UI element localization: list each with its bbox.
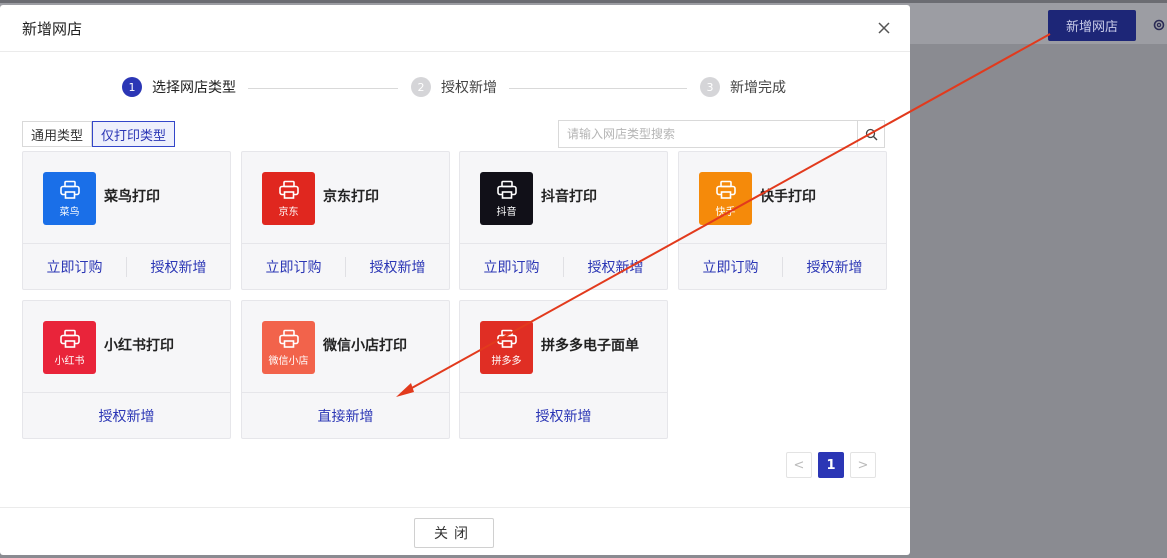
jd-logo-icon: 京东 (262, 172, 315, 225)
order-now-link[interactable]: 立即订购 (242, 257, 345, 277)
brand-label: 菜鸟 (59, 206, 80, 218)
shop-type-name: 抖音打印 (541, 189, 597, 205)
step-number: 2 (411, 77, 431, 97)
printer-icon (715, 180, 736, 199)
card-actions: 立即订购 授权新增 (460, 243, 667, 289)
printer-icon (278, 329, 299, 348)
close-button[interactable]: 关闭 (414, 518, 494, 548)
shop-type-card: 微信小店 微信小店打印直接新增 (241, 300, 450, 439)
modal-title: 新增网店 (22, 19, 83, 38)
search-icon (865, 128, 877, 140)
cainiao-logo-icon: 菜鸟 (43, 172, 96, 225)
step-number: 1 (122, 77, 142, 97)
printer-icon (59, 180, 80, 199)
shop-type-card: 快手 快手打印立即订购 授权新增 (678, 151, 887, 290)
brand-label: 小红书 (54, 355, 85, 367)
printer-icon (496, 180, 517, 199)
order-now-link[interactable]: 立即订购 (679, 257, 782, 277)
card-actions: 立即订购 授权新增 (23, 243, 230, 289)
tab-general-type[interactable]: 通用类型 (22, 121, 93, 147)
page-1-button[interactable]: 1 (818, 452, 844, 478)
brand-label: 微信小店 (268, 355, 309, 367)
add-shop-modal: 新增网店 1 选择网店类型 2 授权新增 3 新增完成 通用类型 仅打印类型 菜… (0, 5, 910, 555)
kuaishou-logo-icon: 快手 (699, 172, 752, 225)
shop-type-name: 微信小店打印 (323, 338, 407, 354)
add-shop-button[interactable]: 新增网店 (1048, 10, 1136, 41)
order-now-link[interactable]: 立即订购 (460, 257, 563, 277)
printer-icon (59, 329, 80, 348)
shop-type-name: 拼多多电子面单 (541, 338, 639, 354)
modal-header: 新增网店 (0, 5, 910, 52)
prev-page-button[interactable]: < (786, 452, 812, 478)
douyin-logo-icon: 抖音 (480, 172, 533, 225)
pinduoduo-logo-icon: 拼多多 (480, 321, 533, 374)
step-indicator: 1 选择网店类型 2 授权新增 3 新增完成 (0, 77, 910, 99)
step-2: 2 授权新增 (411, 77, 497, 97)
brand-label: 拼多多 (491, 355, 522, 367)
shop-type-card: 拼多多 拼多多电子面单授权新增 (459, 300, 668, 439)
authorize-add-link[interactable]: 授权新增 (127, 257, 230, 277)
weixin-shop-logo-icon: 微信小店 (262, 321, 315, 374)
authorize-add-link[interactable]: 授权新增 (460, 406, 667, 426)
gear-icon[interactable] (1152, 18, 1166, 32)
step-label: 新增完成 (730, 80, 786, 96)
shop-type-name: 京东打印 (323, 189, 379, 205)
modal-footer: 关闭 (0, 507, 910, 555)
search-input[interactable] (559, 121, 857, 147)
next-page-button[interactable]: > (850, 452, 876, 478)
direct-add-link[interactable]: 直接新增 (242, 406, 449, 426)
shop-type-card: 菜鸟 菜鸟打印立即订购 授权新增 (22, 151, 231, 290)
authorize-add-link[interactable]: 授权新增 (23, 406, 230, 426)
shop-type-tabs: 通用类型 仅打印类型 (22, 121, 176, 147)
shop-type-card: 京东 京东打印立即订购 授权新增 (241, 151, 450, 290)
shop-type-card: 抖音 抖音打印立即订购 授权新增 (459, 151, 668, 290)
shop-type-name: 快手打印 (760, 189, 816, 205)
brand-label: 抖音 (496, 206, 517, 218)
brand-label: 快手 (715, 206, 736, 218)
search-button[interactable] (857, 121, 884, 147)
search-box (558, 120, 885, 148)
shop-type-name: 小红书打印 (104, 338, 174, 354)
xiaohongshu-logo-icon: 小红书 (43, 321, 96, 374)
step-1: 1 选择网店类型 (122, 77, 236, 97)
brand-label: 京东 (278, 206, 299, 218)
close-icon[interactable] (876, 20, 892, 36)
card-actions: 授权新增 (23, 392, 230, 438)
shop-type-name: 菜鸟打印 (104, 189, 160, 205)
step-connector (509, 88, 687, 89)
order-now-link[interactable]: 立即订购 (23, 257, 126, 277)
tab-print-only-type[interactable]: 仅打印类型 (92, 121, 176, 147)
authorize-add-link[interactable]: 授权新增 (346, 257, 449, 277)
step-label: 授权新增 (441, 80, 497, 96)
card-actions: 立即订购 授权新增 (242, 243, 449, 289)
card-actions: 授权新增 (460, 392, 667, 438)
authorize-add-link[interactable]: 授权新增 (564, 257, 667, 277)
step-number: 3 (700, 77, 720, 97)
card-actions: 直接新增 (242, 392, 449, 438)
step-label: 选择网店类型 (152, 80, 236, 96)
pagination: < 1 > (780, 452, 876, 478)
shop-type-card: 小红书 小红书打印授权新增 (22, 300, 231, 439)
step-3: 3 新增完成 (700, 77, 786, 97)
step-connector (248, 88, 398, 89)
printer-icon (496, 329, 517, 348)
authorize-add-link[interactable]: 授权新增 (783, 257, 886, 277)
card-actions: 立即订购 授权新增 (679, 243, 886, 289)
printer-icon (278, 180, 299, 199)
